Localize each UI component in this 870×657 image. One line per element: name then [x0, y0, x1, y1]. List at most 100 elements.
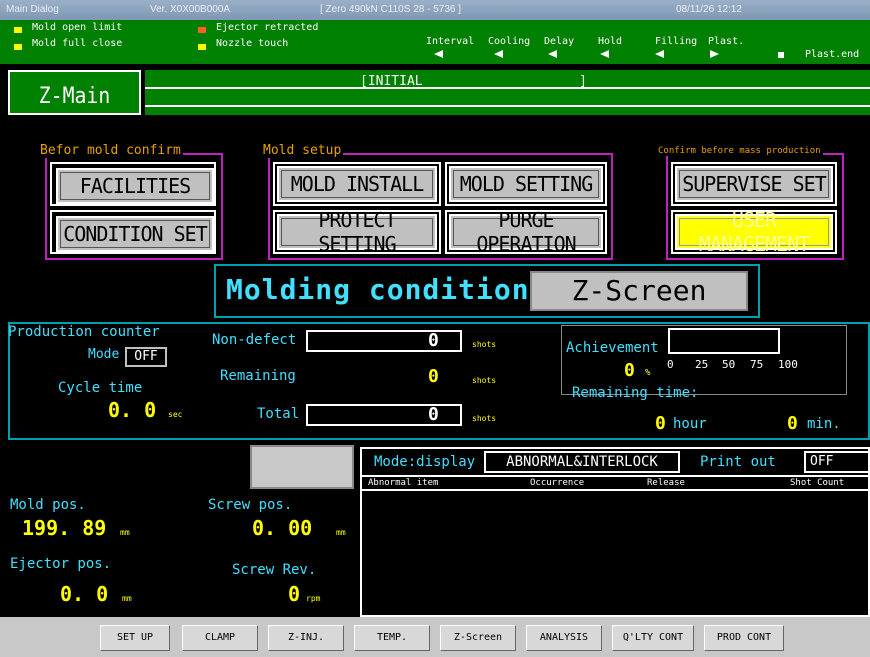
mode-value[interactable]: OFF — [125, 347, 167, 367]
interval-arrow-icon — [434, 50, 443, 58]
blank-display-box — [250, 445, 354, 489]
ejector-pos-value: 0. 0 — [60, 582, 109, 606]
supervise-set-frame: SUPERVISE SET — [671, 162, 837, 206]
achievement-unit: % — [645, 368, 651, 378]
screw-pos-value: 0. 00 — [252, 516, 313, 540]
ejector-retracted-label: Ejector retracted — [216, 22, 319, 33]
col-abnormal-item: Abnormal item — [368, 478, 439, 488]
hold-arrow-icon — [600, 50, 609, 58]
delay-arrow-icon — [548, 50, 557, 58]
hour-value: 0 — [655, 413, 666, 434]
total-value: 0 — [428, 404, 439, 425]
mold-setting-frame: MOLD SETTING — [445, 162, 607, 206]
app-title: Main Dialog — [6, 4, 59, 15]
interval-label: Interval — [426, 36, 475, 47]
nav-z-inj[interactable]: Z-INJ. — [268, 625, 344, 651]
condition-set-frame: CONDITION SET — [50, 210, 216, 254]
purge-operation-frame: PURGE OPERATION — [445, 208, 607, 256]
mold-full-close-label: Mold full close — [32, 38, 123, 49]
mold-pos-unit: mm — [120, 528, 130, 537]
screw-rev-label: Screw Rev. — [232, 562, 317, 578]
indicator-ejector-retracted — [198, 27, 206, 33]
facilities-frame: FACILITIES — [50, 162, 216, 206]
user-management-frame: USER MANAGEMENT — [671, 208, 837, 256]
mold-install-button[interactable]: MOLD INSTALL — [277, 166, 437, 202]
plast-end-label: Plast.end — [805, 49, 860, 60]
non-defect-unit: shots — [472, 340, 497, 349]
achievement-bar — [668, 328, 780, 354]
achievement-tick: 50 — [722, 358, 736, 371]
col-occurrence: Occurrence — [530, 478, 585, 488]
ejector-pos-label: Ejector pos. — [10, 556, 112, 572]
alarm-table-header: Abnormal item Occurrence Release Shot Co… — [362, 475, 868, 491]
window-titlebar: Main Dialog Ver. X0X00B000A [ Zero 490kN… — [0, 0, 870, 20]
remaining-value: 0 — [428, 366, 439, 387]
alarm-mode-label: Mode:display — [374, 454, 476, 470]
indicator-mold-open-limit — [14, 27, 22, 33]
mold-open-limit-label: Mold open limit — [32, 22, 123, 33]
remaining-label: Remaining — [220, 368, 296, 384]
cycle-time-unit: sec — [168, 410, 183, 419]
delay-label: Delay — [544, 36, 575, 47]
plast-arrow-icon — [710, 50, 719, 58]
total-unit: shots — [472, 414, 497, 423]
remaining-unit: shots — [472, 376, 497, 385]
z-screen-button[interactable]: Z-Screen — [530, 271, 748, 311]
supervise-set-button[interactable]: SUPERVISE SET — [675, 166, 833, 202]
non-defect-label: Non-defect — [212, 332, 297, 348]
nav-temp[interactable]: TEMP. — [354, 625, 430, 651]
screen-title: Z-Main — [38, 84, 111, 109]
total-label: Total — [257, 406, 300, 422]
non-defect-value: 0 — [428, 330, 439, 351]
mold-setup-title: Mold setup — [261, 143, 344, 158]
bottom-nav: SET UP CLAMP Z-INJ. TEMP. Z-Screen ANALY… — [0, 617, 870, 657]
filling-label: Filling — [655, 36, 698, 47]
nav-analysis[interactable]: ANALYSIS — [526, 625, 602, 651]
status-strip: Mold open limit Mold full close Ejector … — [0, 20, 870, 64]
nav-prod-cont[interactable]: PROD CONT — [704, 625, 784, 651]
mold-pos-label: Mold pos. — [10, 497, 86, 513]
col-shot-count: Shot Count — [790, 478, 845, 488]
machine-state: [INITIAL ] — [360, 74, 587, 89]
plast-label: Plast. — [708, 36, 745, 47]
hour-unit: hour — [673, 416, 707, 432]
print-out-select[interactable]: OFF — [804, 451, 870, 473]
hold-label: Hold — [598, 36, 623, 47]
nav-set-up[interactable]: SET UP — [100, 625, 170, 651]
alarm-mode-select[interactable]: ABNORMAL&INTERLOCK — [484, 451, 680, 473]
mold-setting-button[interactable]: MOLD SETTING — [449, 166, 603, 202]
mold-pos-value: 199. 89 — [22, 516, 107, 540]
achievement-tick: 100 — [778, 358, 798, 371]
cycle-time-value: 0. 0 — [108, 398, 157, 422]
mode-label: Mode — [88, 347, 120, 362]
cooling-arrow-icon — [494, 50, 503, 58]
protect-setting-button[interactable]: PROTECT SETTING — [277, 208, 437, 256]
nav-z-screen[interactable]: Z-Screen — [440, 625, 516, 651]
filling-arrow-icon — [655, 50, 664, 58]
user-management-button[interactable]: USER MANAGEMENT — [675, 208, 833, 256]
purge-operation-button[interactable]: PURGE OPERATION — [449, 208, 603, 256]
nav-clamp[interactable]: CLAMP — [182, 625, 258, 651]
mass-production-title: Confirm before mass production — [656, 146, 823, 156]
machine-info: [ Zero 490kN C110S 28 - 5736 ] — [320, 4, 462, 15]
protect-setting-frame: PROTECT SETTING — [273, 208, 441, 256]
nav-quality-cont[interactable]: Q'LTY CONT — [612, 625, 694, 651]
min-unit: min. — [807, 416, 841, 432]
remaining-time-label: Remaining time: — [572, 385, 699, 401]
facilities-button[interactable]: FACILITIES — [56, 168, 214, 204]
cycle-time-label: Cycle time — [58, 380, 143, 396]
col-release: Release — [647, 478, 685, 488]
mold-install-frame: MOLD INSTALL — [273, 162, 441, 206]
screw-pos-label: Screw pos. — [208, 497, 293, 513]
achievement-value: 0 — [624, 360, 635, 381]
achievement-tick: 75 — [750, 358, 764, 371]
achievement-tick: 0 — [667, 358, 674, 371]
print-out-label: Print out — [700, 454, 776, 470]
production-counter-label: Production counter — [8, 324, 160, 340]
screen-title-box: Z-Main — [8, 70, 141, 115]
datetime: 08/11/26 12:12 — [676, 4, 742, 15]
achievement-label: Achievement — [566, 340, 659, 356]
plast-end-indicator — [778, 52, 784, 58]
cooling-label: Cooling — [488, 36, 531, 47]
condition-set-button[interactable]: CONDITION SET — [56, 216, 214, 252]
